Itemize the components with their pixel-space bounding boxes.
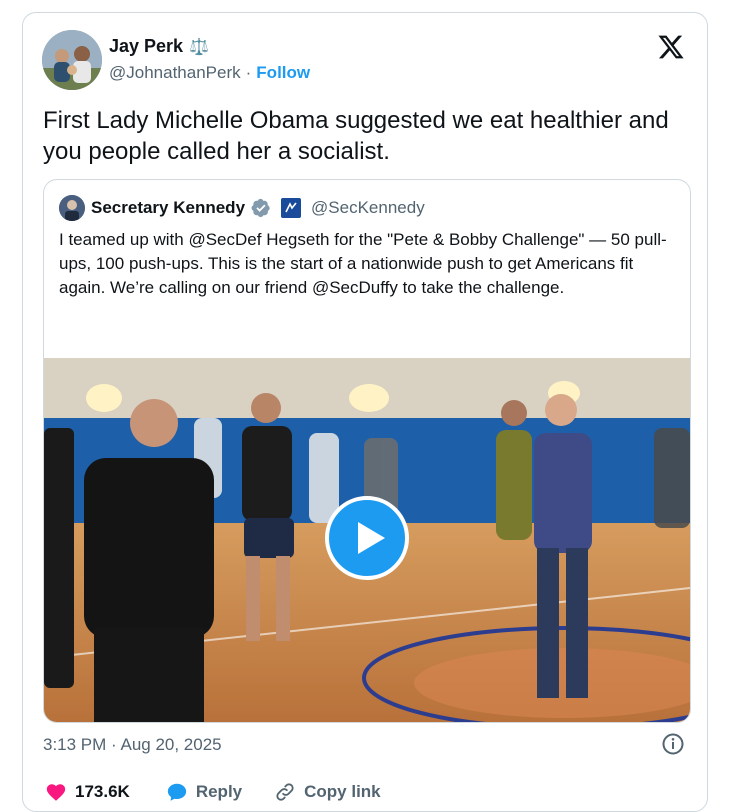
tweet-timestamp[interactable]: 3:13 PM · Aug 20, 2025 (43, 735, 222, 755)
author-handle-row: @JohnathanPerk · Follow (109, 63, 310, 83)
quoted-tweet[interactable]: Secretary Kennedy @SecKennedy I teamed u… (43, 179, 691, 723)
verified-badge-icon (251, 198, 270, 218)
author-name-emoji: ⚖️ (189, 38, 209, 56)
quoted-tweet-text: I teamed up with @SecDef Hegseth for the… (59, 230, 667, 297)
heart-icon (46, 784, 66, 801)
x-logo-icon[interactable] (657, 33, 685, 61)
play-icon (358, 522, 385, 554)
link-icon (276, 783, 294, 801)
reply-label: Reply (195, 782, 243, 801)
quoted-author-name[interactable]: Secretary Kennedy (91, 198, 245, 218)
info-icon[interactable] (661, 732, 685, 756)
handle-separator: · (245, 63, 252, 82)
follow-button[interactable]: Follow (256, 63, 310, 83)
tweet-text: First Lady Michelle Obama suggested we e… (43, 107, 669, 165)
tweet-embed-card: Jay Perk ⚖️ @JohnathanPerk · Follow Firs… (22, 12, 708, 812)
copy-link-button[interactable]: Copy link (274, 781, 381, 803)
action-bar: 173.6K Reply Copy link (45, 781, 381, 803)
quoted-tweet-header: Secretary Kennedy @SecKennedy (59, 195, 425, 221)
video-player[interactable] (44, 358, 690, 722)
like-button[interactable]: 173.6K (45, 781, 130, 803)
hhs-affiliate-icon (281, 198, 302, 218)
quoted-author-handle[interactable]: @SecKennedy (311, 198, 425, 218)
copy-link-label: Copy link (304, 782, 381, 801)
author-name[interactable]: Jay Perk (109, 36, 183, 57)
quoted-author-avatar[interactable] (59, 195, 85, 221)
like-count: 173.6K (75, 782, 130, 801)
reply-bubble-icon (167, 783, 186, 801)
author-avatar[interactable] (42, 30, 102, 90)
play-button[interactable] (325, 496, 409, 580)
author-handle[interactable]: @JohnathanPerk (109, 63, 241, 83)
reply-button[interactable]: Reply (166, 781, 242, 803)
author-name-row: Jay Perk ⚖️ (109, 36, 209, 57)
